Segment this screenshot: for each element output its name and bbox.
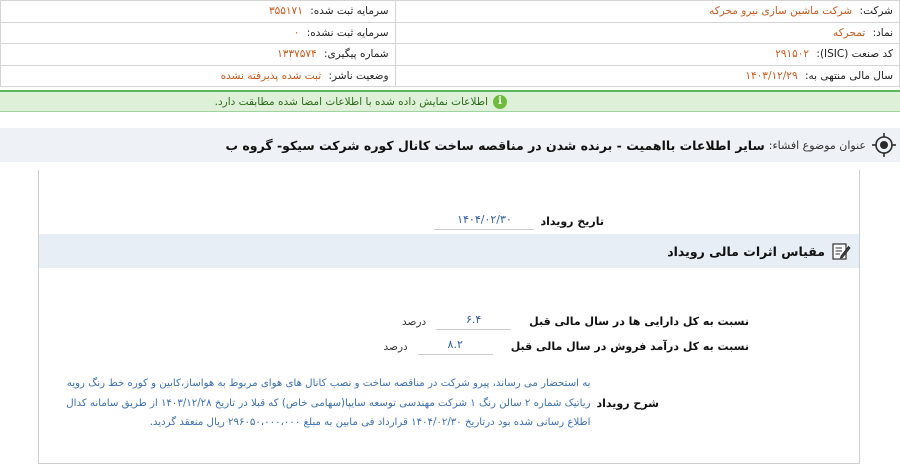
unregistered-capital-value: ۰ bbox=[293, 26, 300, 39]
tracking-number-value: ۱۳۳۷۵۷۴ bbox=[277, 48, 317, 61]
unregistered-capital-cell: سرمایه ثبت نشده: ۰ bbox=[0, 21, 396, 44]
company-name-cell: شرکت: شرکت ماشین سازی نیرو محرکه bbox=[394, 0, 900, 23]
fiscal-year-cell: سال مالی منتهی به: ۱۴۰۳/۱۲/۲۹ bbox=[394, 64, 900, 87]
event-panel: تاریخ رویداد ۱۴۰۴/۰۲/۳۰ مقیاس اثرات مالی… bbox=[38, 170, 860, 464]
subject-label: عنوان موضوع افشاء: bbox=[768, 138, 866, 152]
fiscal-year-label: سال مالی منتهی به: bbox=[804, 69, 893, 82]
info-row-1: شرکت: شرکت ماشین سازی نیرو محرکه سرمایه … bbox=[0, 0, 900, 23]
subject-title: سایر اطلاعات بااهمیت - برنده شدن در مناق… bbox=[225, 137, 765, 153]
event-description-label: شرح رویداد bbox=[596, 396, 660, 410]
info-row-2: نماد: تمحرکه سرمایه ثبت نشده: ۰ bbox=[0, 21, 900, 44]
publisher-status-cell: وضعیت ناشر: ثبت شده پذیرفته نشده bbox=[0, 64, 396, 87]
ratio-revenue-unit: درصد bbox=[383, 340, 408, 353]
symbol-value[interactable]: تمحرکه bbox=[833, 27, 865, 39]
signature-match-notice: i اطلاعات نمایش داده شده با اطلاعات امضا… bbox=[0, 90, 900, 112]
info-row-4: سال مالی منتهی به: ۱۴۰۳/۱۲/۲۹ وضعیت ناشر… bbox=[0, 64, 900, 87]
ratio-row-revenue: نسبت به کل درآمد فروش در سال مالی قبل ۸.… bbox=[384, 338, 749, 355]
company-name-label: شرکت: bbox=[859, 5, 893, 18]
registered-capital-label: سرمایه ثبت شده: bbox=[310, 5, 389, 18]
ratio-revenue-label: نسبت به کل درآمد فروش در سال مالی قبل bbox=[510, 340, 749, 353]
section-title: مقیاس اثرات مالی رویداد bbox=[667, 243, 825, 259]
company-name-value[interactable]: شرکت ماشین سازی نیرو محرکه bbox=[709, 5, 852, 17]
symbol-cell: نماد: تمحرکه bbox=[394, 21, 900, 44]
symbol-label: نماد: bbox=[872, 26, 893, 39]
publisher-status-value: ثبت شده پذیرفته نشده bbox=[220, 69, 322, 82]
edit-note-icon bbox=[832, 243, 851, 260]
ratio-row-assets: نسبت به کل دارایی ها در سال مالی قبل ۶.۴… bbox=[402, 313, 749, 330]
isic-label: کد صنعت (ISIC): bbox=[816, 48, 893, 61]
event-date-row: تاریخ رویداد ۱۴۰۴/۰۲/۳۰ bbox=[434, 213, 604, 230]
company-info-table: شرکت: شرکت ماشین سازی نیرو محرکه سرمایه … bbox=[0, 0, 900, 87]
isic-cell: کد صنعت (ISIC): ۲۹۱۵۰۲ bbox=[394, 43, 900, 66]
registered-capital-cell: سرمایه ثبت شده: ۳۵۵۱۷۱ bbox=[0, 0, 396, 23]
info-icon: i bbox=[493, 94, 507, 109]
tracking-number-cell: شماره پیگیری: ۱۳۳۷۵۷۴ bbox=[0, 43, 396, 66]
unregistered-capital-label: سرمایه ثبت نشده: bbox=[306, 26, 389, 39]
notice-text: اطلاعات نمایش داده شده با اطلاعات امضا ش… bbox=[214, 95, 488, 108]
event-date-label: تاریخ رویداد bbox=[540, 215, 604, 228]
event-date-value: ۱۴۰۴/۰۲/۳۰ bbox=[434, 213, 535, 230]
ratio-revenue-value: ۸.۲ bbox=[417, 338, 493, 355]
event-description-row: شرح رویداد به استحضار می رساند، پیرو شرک… bbox=[65, 374, 660, 433]
ratio-assets-unit: درصد bbox=[401, 315, 427, 328]
info-row-3: کد صنعت (ISIC): ۲۹۱۵۰۲ شماره پیگیری: ۱۳۳… bbox=[0, 43, 900, 66]
ratio-assets-label: نسبت به کل دارایی ها در سال مالی قبل bbox=[529, 315, 749, 328]
isic-value: ۲۹۱۵۰۲ bbox=[775, 48, 810, 61]
event-description-text: به استحضار می رساند، پیرو شرکت در مناقصه… bbox=[66, 378, 591, 428]
publisher-status-label: وضعیت ناشر: bbox=[328, 69, 389, 82]
fiscal-year-value: ۱۴۰۳/۱۲/۲۹ bbox=[745, 69, 798, 82]
target-icon bbox=[872, 133, 896, 157]
tracking-number-label: شماره پیگیری: bbox=[324, 48, 389, 61]
registered-capital-value: ۳۵۵۱۷۱ bbox=[269, 5, 303, 18]
disclosure-subject-bar: عنوان موضوع افشاء: سایر اطلاعات بااهمیت … bbox=[0, 128, 900, 162]
ratio-assets-value: ۶.۴ bbox=[436, 313, 512, 330]
financial-effects-section-header: مقیاس اثرات مالی رویداد bbox=[39, 234, 859, 268]
